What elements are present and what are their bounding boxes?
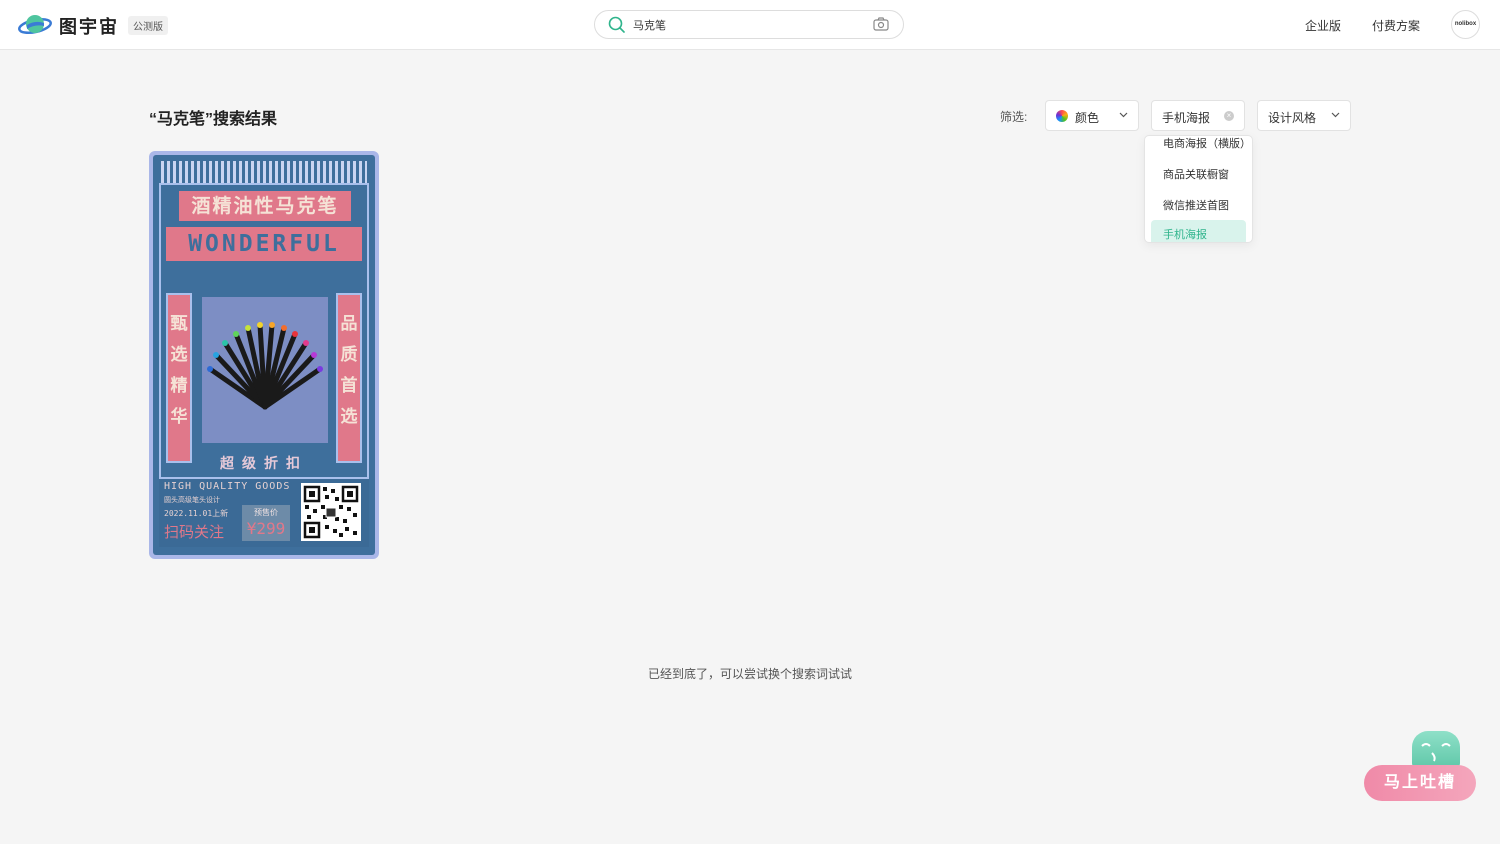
scene-filter-select[interactable]: 手机海报 × [1151,100,1245,131]
nav-enterprise[interactable]: 企业版 [1305,17,1341,34]
nav-pricing[interactable]: 付费方案 [1372,17,1420,34]
poster-scan-text: 扫码关注 [164,524,225,541]
poster-left-text: 甄选精华 [170,314,188,427]
chevron-down-icon [1331,112,1340,118]
poster-price-label: 预售价 [254,508,278,517]
search-input[interactable] [633,16,853,34]
marker-fan-icon [207,322,323,410]
poster-stripes [161,161,367,183]
beta-badge: 公测版 [128,16,168,35]
feedback-button[interactable]: 马上吐槽 [1364,765,1476,801]
poster-sub-text: 圆头高级笔头设计 [164,497,220,504]
avatar[interactable]: nolibox [1451,10,1480,39]
poster-discount: 超级折扣 [220,456,308,472]
poster-date: 2022.11.01上新 [164,509,229,518]
clear-icon[interactable]: × [1224,111,1234,121]
color-filter-label: 颜色 [1075,111,1100,125]
style-filter-select[interactable]: 设计风格 [1257,100,1351,131]
brand-name[interactable]: 图宇宙 [59,13,119,39]
top-bar: 图宇宙 公测版 企业版 付费方案 nolibox [0,0,1500,50]
end-of-results-message: 已经到底了，可以尝试换个搜索词试试 [647,667,852,681]
scene-filter-label: 手机海报 [1162,111,1211,125]
poster-title-en: WONDERFUL [166,227,362,261]
planet-logo-icon[interactable] [18,12,52,38]
result-card[interactable]: 酒精油性马克笔 WONDERFUL 甄选精华 品质首选 超级折扣 HIGH QU… [149,151,379,559]
poster-price: ¥299 [246,519,286,538]
poster-left-banner: 甄选精华 [166,293,192,463]
color-wheel-icon [1056,110,1068,122]
poster-right-banner: 品质首选 [336,293,362,463]
dropdown-option[interactable]: 商品关联橱窗 [1145,160,1252,186]
camera-icon[interactable] [873,17,889,31]
color-filter-select[interactable]: 颜色 [1045,100,1139,131]
poster-product-image [202,297,328,443]
chevron-down-icon [1119,112,1128,118]
dropdown-option-selected[interactable]: 手机海报 [1151,220,1246,242]
poster-right-text: 品质首选 [340,314,358,427]
qr-code-icon [301,483,361,541]
feedback-widget[interactable]: 马上吐槽 [1362,731,1478,803]
page-title: “马克笔”搜索结果 [149,111,278,128]
poster-title-cn: 酒精油性马克笔 [179,191,351,221]
filter-label: 筛选: [1000,110,1028,124]
dropdown-option[interactable]: 微信推送首图 [1145,191,1252,217]
search-icon[interactable] [608,16,625,33]
mascot-icon [1412,731,1460,769]
search-box[interactable] [594,10,904,39]
poster-hq-text: HIGH QUALITY GOODS [164,481,291,492]
poster-thumbnail[interactable]: 酒精油性马克笔 WONDERFUL 甄选精华 品质首选 超级折扣 HIGH QU… [153,155,375,555]
style-filter-label: 设计风格 [1268,111,1317,125]
dropdown-option[interactable]: 电商海报（横版） [1145,136,1252,155]
scene-dropdown-menu: 电商海报（横版） 商品关联橱窗 微信推送首图 手机海报 [1144,135,1253,243]
